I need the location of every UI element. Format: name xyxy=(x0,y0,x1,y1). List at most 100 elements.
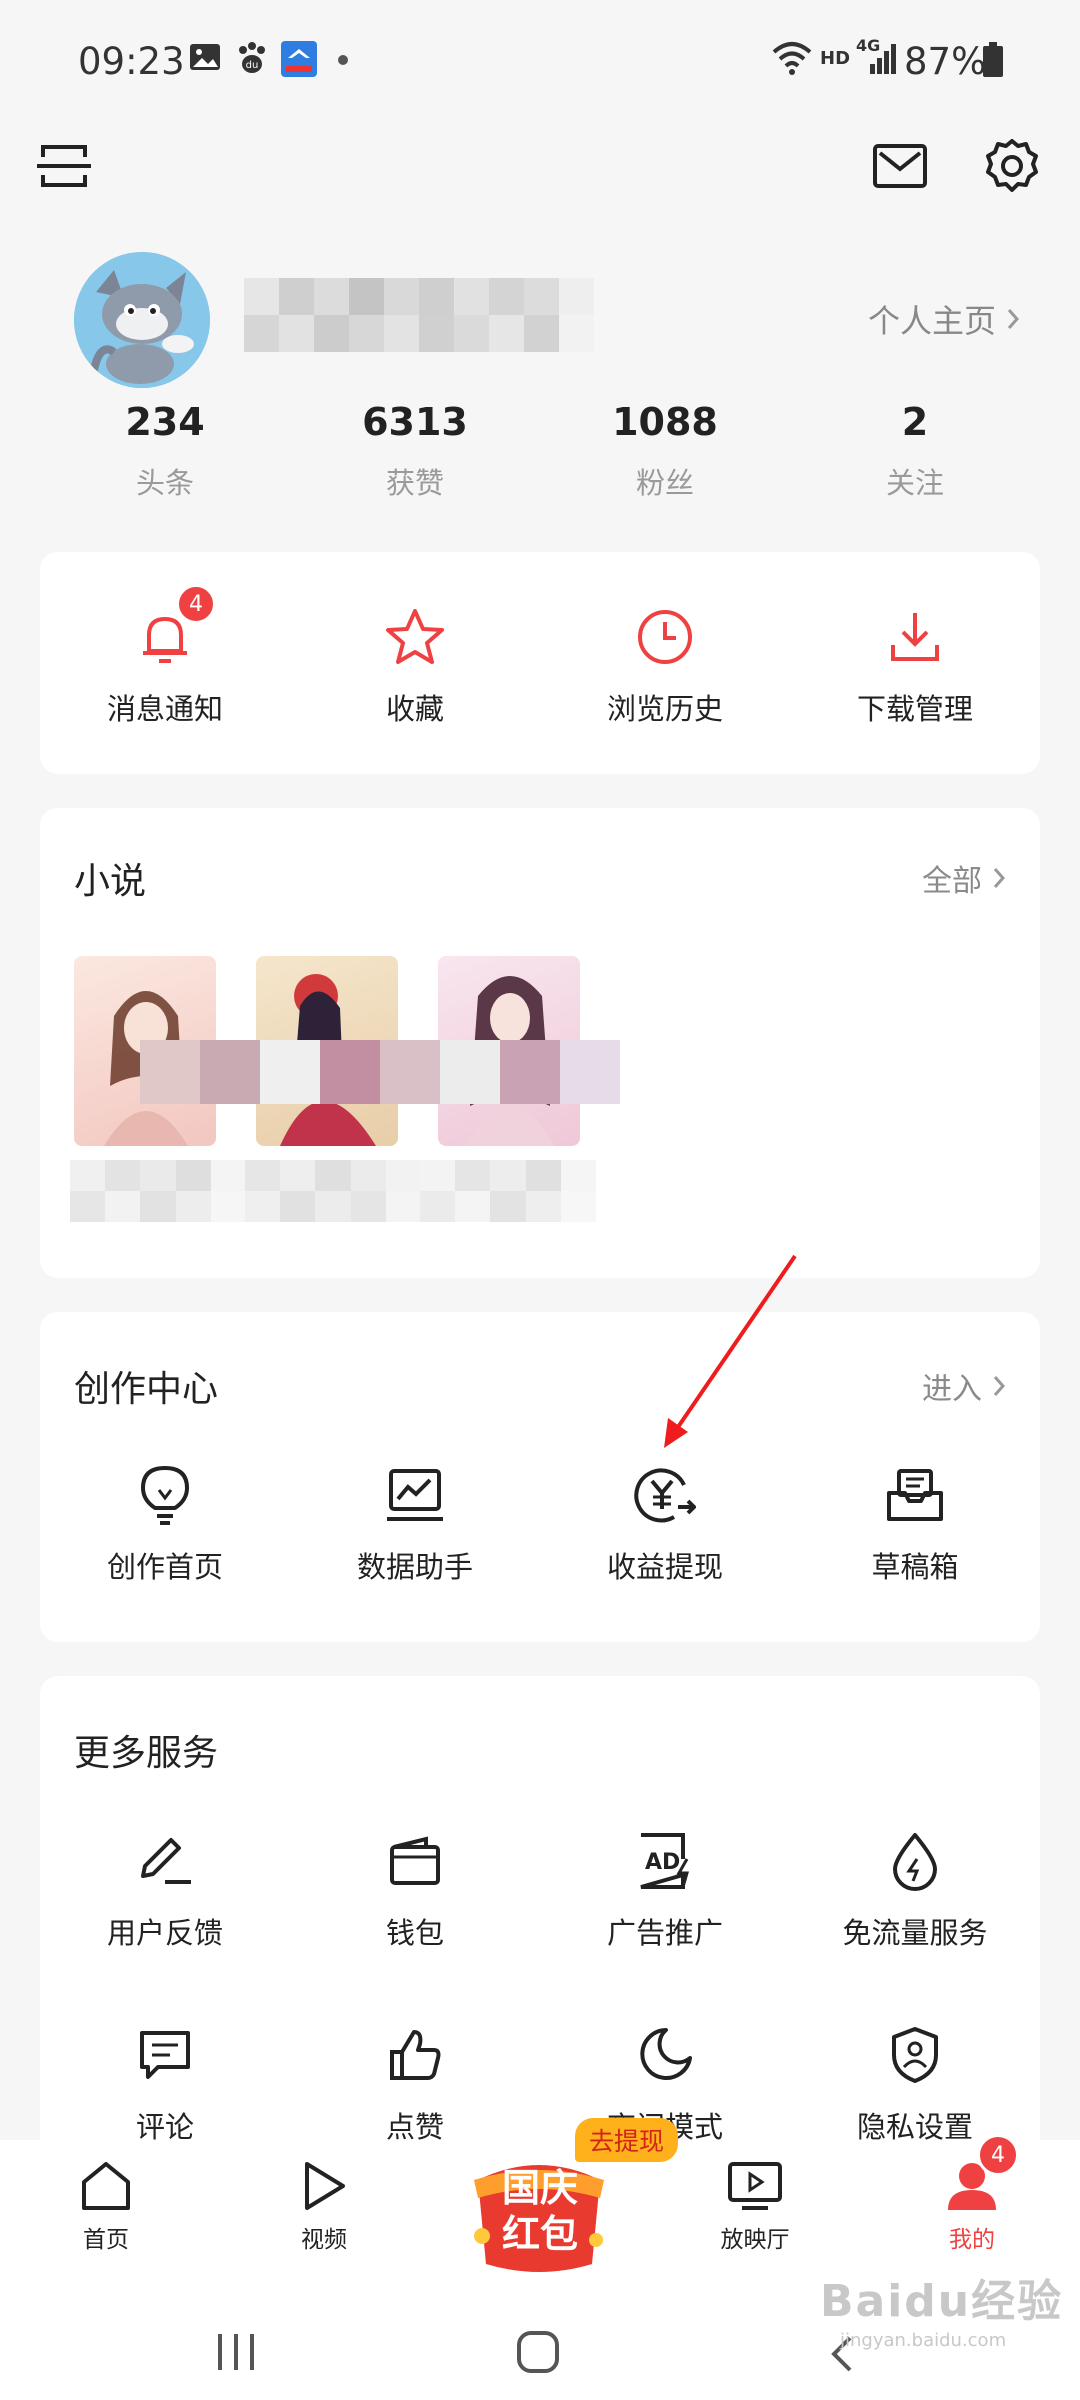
bell-icon: 4 xyxy=(130,584,216,672)
nav-mine-label: 我的 xyxy=(949,2227,995,2253)
wallet-button[interactable]: 钱包 xyxy=(290,1826,540,1952)
notifications-button[interactable]: 4 消息通知 xyxy=(40,584,290,728)
mail-button[interactable] xyxy=(862,128,938,204)
notifications-label: 消息通知 xyxy=(106,692,223,726)
favorites-button[interactable]: 收藏 xyxy=(290,602,540,728)
data-free-service-label: 免流量服务 xyxy=(842,1916,988,1950)
more-notifications-dot xyxy=(338,55,348,65)
stat-followers[interactable]: 1088 粉丝 xyxy=(565,400,765,502)
baidu-watermark-url: jingyan.baidu.com xyxy=(840,2330,1007,2351)
novel-name-1-blurred xyxy=(70,1160,246,1222)
nav-theater-label: 放映厅 xyxy=(720,2227,790,2253)
privacy-settings-button[interactable]: 隐私设置 xyxy=(790,2020,1040,2146)
comment-icon xyxy=(130,2020,200,2090)
stat-value: 1088 xyxy=(612,400,718,444)
status-bar: 09:23 du HD 4G 87% xyxy=(0,0,1080,120)
chevron-right-icon xyxy=(992,1374,1006,1398)
likes-button[interactable]: 点赞 xyxy=(290,2020,540,2146)
thumbs-up-icon xyxy=(380,2020,450,2090)
earnings-withdraw-label: 收益提现 xyxy=(606,1550,723,1584)
baidu-paw-icon: du xyxy=(234,40,270,76)
quick-actions-card: 4 消息通知 收藏 浏览历史 下载管理 xyxy=(40,552,1040,774)
stat-value: 2 xyxy=(901,400,929,444)
downloads-label: 下载管理 xyxy=(856,692,973,726)
settings-button[interactable] xyxy=(974,128,1050,204)
hd-indicator: HD xyxy=(820,48,851,69)
stat-posts[interactable]: 234 头条 xyxy=(65,400,265,502)
nav-home[interactable]: 首页 xyxy=(46,2160,166,2254)
nav-video[interactable]: 视频 xyxy=(264,2160,384,2254)
drafts-button[interactable]: 草稿箱 xyxy=(790,1460,1040,1586)
stat-following[interactable]: 2 关注 xyxy=(815,400,1015,502)
novel-name-2-blurred xyxy=(245,1160,421,1222)
ad-promotion-label: 广告推广 xyxy=(606,1916,723,1950)
nav-home-label: 首页 xyxy=(83,2227,129,2253)
battery-icon xyxy=(982,42,1004,78)
comments-button[interactable]: 评论 xyxy=(40,2020,290,2146)
novels-card: 小说 全部 xyxy=(40,808,1040,1278)
avatar[interactable] xyxy=(74,252,210,388)
drop-icon xyxy=(880,1826,950,1896)
chevron-right-icon xyxy=(1006,307,1020,331)
earnings-withdraw-button[interactable]: 收益提现 xyxy=(540,1460,790,1586)
mail-icon xyxy=(872,143,928,189)
pen-feedback-icon xyxy=(130,1826,200,1896)
battery-percent: 87% xyxy=(904,40,987,83)
home-system-icon[interactable] xyxy=(516,2330,560,2374)
more-services-card: 更多服务 用户反馈 钱包 AD 广告推广 免流量服务 评论 点赞 隐私设置 xyxy=(40,1676,1040,2176)
novel-name-3-blurred xyxy=(420,1160,596,1222)
wallet-label: 钱包 xyxy=(385,1916,444,1950)
tv-play-icon xyxy=(726,2160,784,2212)
ad-promotion-button[interactable]: AD 广告推广 xyxy=(540,1826,790,1952)
username-blurred xyxy=(244,278,594,352)
nav-mine[interactable]: 4 我的 xyxy=(912,2134,1032,2254)
data-assistant-button[interactable]: 数据助手 xyxy=(290,1460,540,1586)
creator-enter-link[interactable]: 进入 xyxy=(922,1364,1006,1408)
chart-monitor-icon xyxy=(380,1460,450,1530)
creator-home-label: 创作首页 xyxy=(106,1550,223,1584)
data-assistant-label: 数据助手 xyxy=(356,1550,473,1584)
home-icon xyxy=(79,2160,133,2212)
nav-video-label: 视频 xyxy=(301,2227,347,2253)
ad-icon: AD xyxy=(630,1826,700,1896)
svg-text:du: du xyxy=(246,60,259,71)
promo-line1: 国庆 xyxy=(501,2166,578,2210)
wifi-icon xyxy=(770,38,814,78)
stat-likes[interactable]: 6313 获赞 xyxy=(315,400,515,502)
data-free-service-button[interactable]: 免流量服务 xyxy=(790,1826,1040,1952)
draft-box-icon xyxy=(880,1460,950,1530)
creator-home-button[interactable]: 创作首页 xyxy=(40,1460,290,1586)
withdraw-tag[interactable]: 去提现 xyxy=(575,2118,679,2162)
favorites-label: 收藏 xyxy=(385,692,444,726)
clock-icon xyxy=(630,602,700,672)
stat-label: 关注 xyxy=(885,466,944,500)
download-icon xyxy=(880,602,950,672)
cell-signal-icon xyxy=(860,42,896,76)
status-time: 09:23 xyxy=(78,40,185,83)
creator-enter-label: 进入 xyxy=(922,1372,982,1407)
app-notification-icon xyxy=(280,40,318,78)
feedback-button[interactable]: 用户反馈 xyxy=(40,1826,290,1952)
recent-apps-icon[interactable] xyxy=(214,2332,258,2372)
nav-theater[interactable]: 放映厅 xyxy=(695,2160,815,2254)
notification-badge: 4 xyxy=(176,584,216,624)
stat-value: 6313 xyxy=(362,400,468,444)
personal-homepage-label: 个人主页 xyxy=(868,302,997,340)
personal-homepage-link[interactable]: 个人主页 xyxy=(868,296,1020,342)
history-label: 浏览历史 xyxy=(606,692,723,726)
gallery-notification-icon xyxy=(188,40,222,74)
play-icon xyxy=(301,2160,347,2212)
downloads-button[interactable]: 下载管理 xyxy=(790,602,1040,728)
chevron-right-icon xyxy=(992,866,1006,890)
scan-button[interactable] xyxy=(26,128,102,204)
novel-titles-blurred xyxy=(140,1040,620,1104)
history-button[interactable]: 浏览历史 xyxy=(540,602,790,728)
svg-text:AD: AD xyxy=(645,1850,680,1875)
creator-center-card: 创作中心 进入 创作首页 数据助手 收益提现 草稿箱 xyxy=(40,1312,1040,1642)
scan-icon xyxy=(37,141,91,191)
creator-center-title: 创作中心 xyxy=(74,1369,219,1410)
novels-all-link[interactable]: 全部 xyxy=(922,856,1006,900)
lightbulb-icon xyxy=(130,1460,200,1530)
settings-gear-icon xyxy=(983,137,1041,195)
novels-all-label: 全部 xyxy=(922,864,982,899)
